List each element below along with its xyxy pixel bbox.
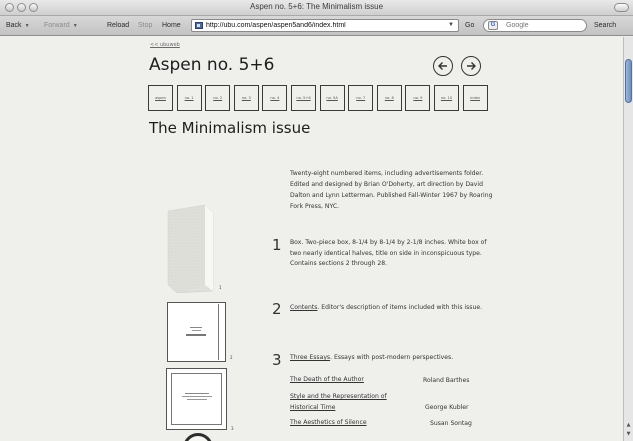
issue-nav-label: index: [470, 96, 481, 100]
scroll-down-arrow-icon[interactable]: ▼: [625, 431, 632, 437]
box-object-image: [167, 204, 214, 293]
right-arrow-circle-icon: [467, 62, 476, 70]
essay-author-kubler: George Kubler: [425, 404, 469, 411]
issue-nav-box[interactable]: no. 5A: [319, 85, 345, 111]
essay-author-sontag: Susan Sontag: [430, 420, 472, 427]
three-essays-booklet-image[interactable]: [166, 368, 227, 430]
issue-nav-label: no. 1: [184, 96, 194, 100]
url-history-dropdown-icon[interactable]: ▼: [448, 20, 454, 31]
forward-button[interactable]: Forward ▼: [44, 22, 78, 29]
issue-nav-label: no. 8: [384, 96, 394, 100]
thumb-index-1: 1: [219, 285, 222, 290]
forward-dropdown-icon[interactable]: ▼: [73, 23, 78, 29]
left-arrow-circle-icon: [438, 62, 447, 70]
item-3-description: . Essays with post-modern perspectives.: [330, 354, 454, 361]
browser-toolbar: Back▼ Forward▼ Reload Stop Home ▼ Go G S…: [0, 16, 633, 36]
issue-nav-box[interactable]: no. 3: [233, 85, 259, 111]
issue-description: Twenty-eight numbered items, including a…: [290, 170, 493, 210]
contents-booklet-image[interactable]: [167, 302, 226, 362]
issue-nav-box[interactable]: no. 7: [348, 85, 374, 111]
scroll-up-arrow-icon[interactable]: ▲: [625, 422, 632, 428]
three-essays-link[interactable]: Three Essays: [290, 354, 330, 361]
go-label: Go: [465, 22, 475, 29]
contents-link[interactable]: Contents: [290, 304, 317, 311]
issue-nav-box[interactable]: no. 9: [405, 85, 431, 111]
search-button[interactable]: Search: [594, 22, 616, 29]
issue-nav-label: no. 7: [356, 96, 366, 100]
search-label: Search: [594, 22, 617, 29]
essay-link-death-of-the-author[interactable]: The Death of the Author: [290, 375, 415, 386]
issue-nav-label: no. 10: [440, 96, 453, 100]
thumb-index-3: 3: [231, 426, 234, 431]
reload-label: Reload: [107, 22, 130, 29]
issue-nav-label: no. 2: [213, 96, 223, 100]
issue-nav-label: no. 5A: [326, 96, 338, 100]
web-page: << ubuweb Aspen no. 5+6 aspen no. 1 no. 2 n…: [0, 37, 622, 441]
home-button[interactable]: Home: [162, 22, 181, 29]
url-field[interactable]: ▼: [191, 19, 459, 32]
item-1-text: Box. Two-piece box, 8-1/4 by 8-1/4 by 2-…: [290, 238, 495, 270]
issue-nav-box[interactable]: aspen: [148, 85, 173, 111]
issue-nav-box[interactable]: no. 4: [262, 85, 288, 111]
next-issue-button[interactable]: [461, 56, 481, 76]
scroll-thumb[interactable]: [625, 59, 632, 103]
site-favicon-icon: [195, 22, 203, 29]
item-number-2: 2: [272, 300, 282, 318]
forward-label: Forward: [44, 22, 70, 29]
previous-issue-button[interactable]: [433, 56, 453, 76]
search-input[interactable]: [506, 20, 582, 31]
issue-nav-box[interactable]: no. 1: [176, 85, 202, 111]
issue-nav-label: no. 9: [413, 96, 423, 100]
issue-nav-box[interactable]: no. 2: [205, 85, 231, 111]
issue-nav-box[interactable]: index: [462, 85, 488, 111]
back-label: Back: [6, 22, 22, 29]
item-number-1: 1: [272, 236, 282, 254]
issue-nav-label: no. 4: [270, 96, 280, 100]
home-label: Home: [162, 22, 181, 29]
item-3-text: Three Essays. Essays with post-modern pe…: [290, 353, 495, 364]
thumb-index-2: 2: [230, 355, 233, 360]
vertical-scrollbar[interactable]: ▲ ▼: [623, 37, 633, 441]
window-title: Aspen no. 5+6: The Minimalism issue: [249, 2, 384, 11]
item-2-description: . Editor's description of items included…: [317, 304, 483, 311]
back-button[interactable]: Back ▼: [6, 22, 30, 29]
page-heading: Aspen no. 5+6: [149, 55, 275, 75]
essay-link-style-and-representation[interactable]: Style and the Representation of Historic…: [290, 392, 408, 413]
url-input[interactable]: [206, 20, 444, 31]
stop-button[interactable]: Stop: [138, 22, 152, 29]
toolbar-toggle-button[interactable]: [614, 3, 629, 12]
issue-nav-row: aspen no. 1 no. 2 no. 3 no. 4 no. 5+6 no. 5A no…: [148, 85, 488, 111]
go-button[interactable]: Go: [465, 22, 474, 29]
issue-nav-label: no. 3: [241, 96, 251, 100]
back-dropdown-icon[interactable]: ▼: [25, 23, 30, 29]
item-2-text: Contents. Editor's description of items …: [290, 303, 495, 314]
issue-title: The Minimalism issue: [149, 119, 311, 137]
issue-nav-box[interactable]: no. 8: [376, 85, 402, 111]
item-number-3: 3: [272, 351, 282, 369]
google-search-engine-icon[interactable]: G: [488, 21, 498, 30]
record-disc-image: [183, 433, 213, 441]
essay-author-barthes: Roland Barthes: [423, 377, 470, 384]
essay-link-aesthetics-of-silence[interactable]: The Aesthetics of Silence: [290, 418, 415, 429]
search-field[interactable]: G: [483, 19, 587, 32]
item-1-description: Two-piece box, 8-1/4 by 8-1/4 by 2-1/8 i…: [290, 239, 487, 267]
ubuweb-back-link[interactable]: << ubuweb: [150, 42, 180, 48]
reload-button[interactable]: Reload: [107, 22, 129, 29]
item-1-label: Box.: [290, 239, 304, 246]
issue-nav-box[interactable]: no. 10: [434, 85, 459, 111]
stop-label: Stop: [138, 22, 153, 29]
issue-nav-label: aspen: [155, 96, 166, 100]
issue-nav-box[interactable]: no. 5+6: [291, 85, 316, 111]
title-bar: Aspen no. 5+6: The Minimalism issue: [0, 0, 633, 16]
issue-nav-label: no. 5+6: [296, 96, 311, 100]
